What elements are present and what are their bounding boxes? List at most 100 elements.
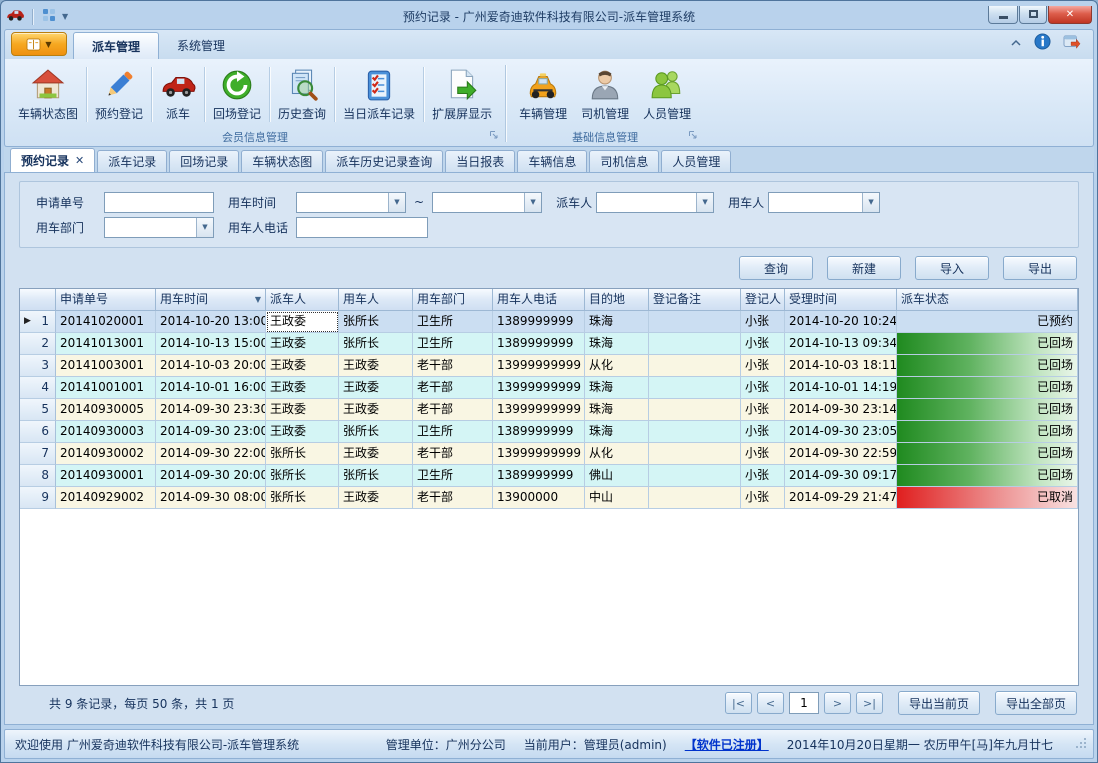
cell-registrar[interactable]: 小张	[741, 487, 785, 509]
today-dispatch-records-button[interactable]: 当日派车记录	[336, 63, 422, 126]
cell-use-time[interactable]: 2014-09-30 22:00	[156, 443, 266, 465]
cell-accept-time[interactable]: 2014-10-13 09:34	[785, 333, 897, 355]
cell-registrar[interactable]: 小张	[741, 399, 785, 421]
tab-driver-info[interactable]: 司机信息	[589, 150, 659, 172]
cell-destination[interactable]: 珠海	[585, 333, 649, 355]
header-remark[interactable]: 登记备注	[649, 289, 741, 311]
close-button[interactable]: ✕	[1048, 6, 1092, 24]
cell-registrar[interactable]: 小张	[741, 443, 785, 465]
cell-phone[interactable]: 1389999999	[493, 421, 585, 443]
header-destination[interactable]: 目的地	[585, 289, 649, 311]
row-indicator[interactable]: 3	[20, 355, 56, 377]
cell-request-no[interactable]: 20140930005	[56, 399, 156, 421]
cell-department[interactable]: 老干部	[413, 355, 493, 377]
cell-request-no[interactable]: 20140930001	[56, 465, 156, 487]
use-time-to-combo[interactable]: ▼	[432, 192, 542, 213]
cell-phone[interactable]: 13999999999	[493, 399, 585, 421]
header-department[interactable]: 用车部门	[413, 289, 493, 311]
tab-return-records[interactable]: 回场记录	[169, 150, 239, 172]
cell-use-time[interactable]: 2014-10-20 13:00	[156, 311, 266, 333]
cell-registrar[interactable]: 小张	[741, 355, 785, 377]
cell-remark[interactable]	[649, 355, 741, 377]
table-row[interactable]: 9 20140929002 2014-09-30 08:00 张所长 王政委 老…	[20, 487, 1078, 509]
cell-dispatch-status[interactable]: 已取消	[897, 487, 1078, 509]
table-row[interactable]: 3 20141003001 2014-10-03 20:00 王政委 王政委 老…	[20, 355, 1078, 377]
cell-accept-time[interactable]: 2014-10-20 10:24	[785, 311, 897, 333]
header-dispatcher[interactable]: 派车人	[266, 289, 339, 311]
cell-use-time[interactable]: 2014-10-03 20:00	[156, 355, 266, 377]
column-filter-arrow-icon[interactable]: ▼	[255, 289, 261, 310]
page-number-input[interactable]	[789, 692, 819, 714]
cell-destination[interactable]: 珠海	[585, 399, 649, 421]
tab-daily-report[interactable]: 当日报表	[445, 150, 515, 172]
cell-accept-time[interactable]: 2014-09-30 23:14	[785, 399, 897, 421]
cell-request-no[interactable]: 20140930003	[56, 421, 156, 443]
cell-registrar[interactable]: 小张	[741, 377, 785, 399]
tab-vehicle-info[interactable]: 车辆信息	[517, 150, 587, 172]
row-indicator[interactable]: 5	[20, 399, 56, 421]
table-row[interactable]: 2 20141013001 2014-10-13 15:00 王政委 张所长 卫…	[20, 333, 1078, 355]
personnel-manage-button[interactable]: 人员管理	[636, 63, 698, 126]
cell-destination[interactable]: 中山	[585, 487, 649, 509]
cell-department[interactable]: 卫生所	[413, 333, 493, 355]
cell-accept-time[interactable]: 2014-09-29 21:47	[785, 487, 897, 509]
cell-request-no[interactable]: 20141003001	[56, 355, 156, 377]
cell-use-time[interactable]: 2014-10-01 16:00	[156, 377, 266, 399]
close-tab-icon[interactable]: ✕	[75, 154, 84, 167]
chevron-down-icon[interactable]: ▼	[388, 193, 405, 212]
app-menu-button[interactable]: ▼	[11, 32, 67, 56]
cell-dispatcher[interactable]: 王政委	[266, 377, 339, 399]
cell-accept-time[interactable]: 2014-09-30 23:05	[785, 421, 897, 443]
cell-user[interactable]: 张所长	[339, 311, 413, 333]
header-request-no[interactable]: 申请单号	[56, 289, 156, 311]
cell-accept-time[interactable]: 2014-09-30 22:59	[785, 443, 897, 465]
row-indicator[interactable]: 9	[20, 487, 56, 509]
row-indicator[interactable]: 4	[20, 377, 56, 399]
collapse-ribbon-icon[interactable]	[1010, 36, 1022, 50]
cell-department[interactable]: 老干部	[413, 377, 493, 399]
table-row[interactable]: 8 20140930001 2014-09-30 20:00 张所长 张所长 卫…	[20, 465, 1078, 487]
cell-remark[interactable]	[649, 465, 741, 487]
cell-phone[interactable]: 1389999999	[493, 311, 585, 333]
cell-user[interactable]: 张所长	[339, 421, 413, 443]
cell-department[interactable]: 卫生所	[413, 465, 493, 487]
cell-remark[interactable]	[649, 487, 741, 509]
row-indicator[interactable]: 7	[20, 443, 56, 465]
last-page-button[interactable]: >|	[856, 692, 883, 714]
chevron-down-icon[interactable]: ▼	[696, 193, 713, 212]
cell-department[interactable]: 卫生所	[413, 311, 493, 333]
query-button[interactable]: 查询	[739, 256, 813, 280]
cell-phone[interactable]: 13900000	[493, 487, 585, 509]
user-combo[interactable]: ▼	[768, 192, 880, 213]
cell-registrar[interactable]: 小张	[741, 465, 785, 487]
cell-remark[interactable]	[649, 377, 741, 399]
reservation-register-button[interactable]: 预约登记	[88, 63, 150, 126]
cell-destination[interactable]: 珠海	[585, 421, 649, 443]
return-register-button[interactable]: 回场登记	[206, 63, 268, 126]
cell-remark[interactable]	[649, 311, 741, 333]
cell-user[interactable]: 王政委	[339, 399, 413, 421]
cell-destination[interactable]: 从化	[585, 443, 649, 465]
cell-dispatcher[interactable]: 王政委	[266, 399, 339, 421]
cell-request-no[interactable]: 20140930002	[56, 443, 156, 465]
table-row[interactable]: 6 20140930003 2014-09-30 23:00 王政委 张所长 卫…	[20, 421, 1078, 443]
cell-department[interactable]: 老干部	[413, 487, 493, 509]
cell-dispatcher[interactable]: 王政委	[266, 421, 339, 443]
row-indicator[interactable]: 8	[20, 465, 56, 487]
table-row[interactable]: ▶1 20141020001 2014-10-20 13:00 王政委 张所长 …	[20, 311, 1078, 333]
cell-phone[interactable]: 13999999999	[493, 377, 585, 399]
cell-dispatcher[interactable]: 王政委	[266, 333, 339, 355]
cell-phone[interactable]: 13999999999	[493, 443, 585, 465]
tab-vehicle-status-map[interactable]: 车辆状态图	[241, 150, 323, 172]
cell-destination[interactable]: 珠海	[585, 377, 649, 399]
cell-dispatcher[interactable]: 王政委	[266, 311, 339, 333]
dialog-launcher-icon[interactable]	[489, 130, 499, 143]
cell-dispatch-status[interactable]: 已回场	[897, 333, 1078, 355]
header-registrar[interactable]: 登记人	[741, 289, 785, 311]
cell-use-time[interactable]: 2014-09-30 23:00	[156, 421, 266, 443]
cell-destination[interactable]: 从化	[585, 355, 649, 377]
vehicle-status-map-button[interactable]: 车辆状态图	[11, 63, 85, 126]
cell-dispatcher[interactable]: 张所长	[266, 443, 339, 465]
tab-personnel-manage[interactable]: 人员管理	[661, 150, 731, 172]
header-accept-time[interactable]: 受理时间	[785, 289, 897, 311]
